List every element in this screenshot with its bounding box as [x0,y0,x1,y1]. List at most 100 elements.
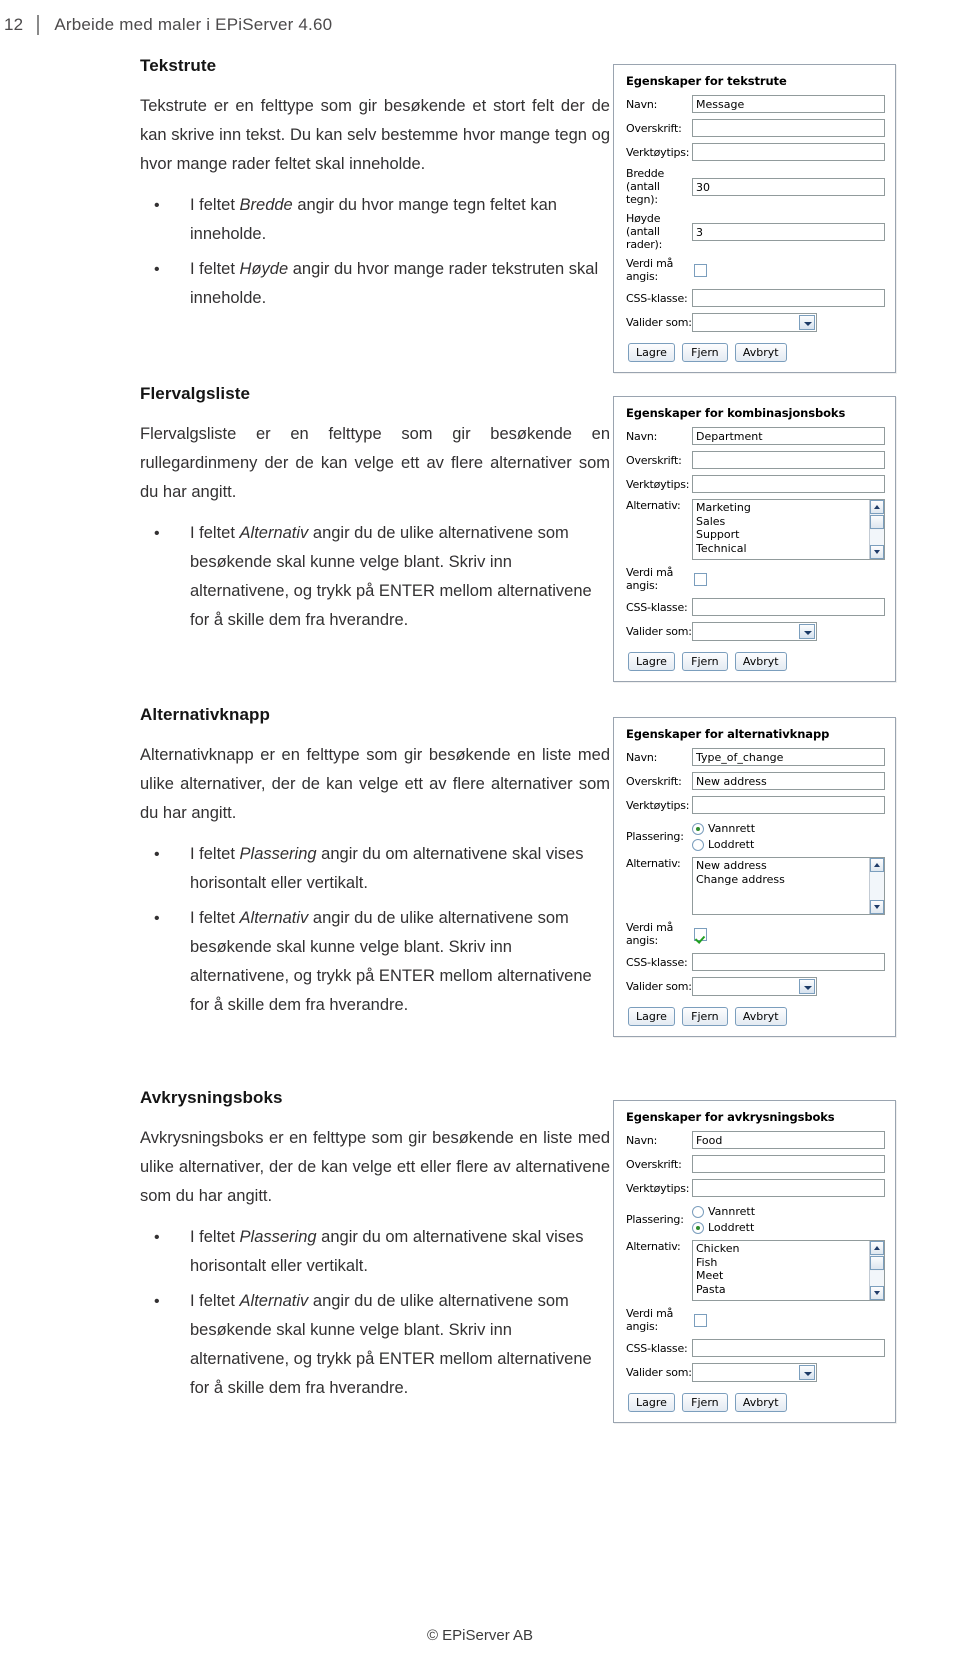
radio-icon[interactable] [692,838,704,851]
verdi-ma-angis-checkbox[interactable] [694,572,707,586]
plassering-radio-group[interactable]: Vannrett Loddrett [692,1205,755,1234]
bullet-emphasis: Alternativ [239,524,309,542]
list-item[interactable]: Fish [696,1256,866,1270]
verktoytips-input[interactable] [692,475,885,493]
list-item[interactable]: Meet [696,1269,866,1283]
valider-som-select[interactable] [692,622,817,641]
navn-input[interactable]: Message [692,95,885,113]
radio-loddrett[interactable]: Loddrett [692,1221,755,1234]
field-label: Overskrift: [626,774,682,788]
verdi-ma-angis-checkbox[interactable] [694,1313,707,1327]
valider-som-select[interactable] [692,1363,817,1382]
cancel-button[interactable]: Avbryt [734,1007,787,1026]
overskrift-input[interactable] [692,451,885,469]
alternativ-listbox[interactable]: New address Change address [692,857,885,915]
dialog-tekstrute-properties: Egenskaper for tekstrute Navn: Message O… [613,64,896,373]
hoyde-input[interactable]: 3 [692,222,885,241]
list-item[interactable]: New address [696,859,866,873]
field-row-valider-som: Valider som: [626,1363,885,1382]
section-flervalgsliste: Flervalgsliste Flervalgsliste er en felt… [140,384,610,641]
save-button[interactable]: Lagre [628,652,675,671]
list-item[interactable]: Chicken [696,1242,866,1256]
remove-button[interactable]: Fjern [681,1393,728,1412]
alternativ-items[interactable]: New address Change address [693,858,869,914]
css-klasse-input[interactable] [692,953,885,971]
scrollbar-thumb[interactable] [870,515,884,529]
remove-button[interactable]: Fjern [681,343,728,362]
save-button[interactable]: Lagre [628,1007,675,1026]
scroll-up-icon[interactable] [870,858,884,872]
list-item[interactable]: Change address [696,873,866,887]
remove-button[interactable]: Fjern [681,652,728,671]
scrollbar-track[interactable] [870,530,884,545]
plassering-radio-group[interactable]: Vannrett Loddrett [692,822,755,851]
list-item: I feltet Høyde angir du hvor mange rader… [140,255,610,313]
radio-icon[interactable] [692,822,704,835]
field-row-verktoytips: Verktøytips: [626,475,885,493]
valider-som-select[interactable] [692,313,817,332]
overskrift-input[interactable] [692,1155,885,1173]
css-klasse-input[interactable] [692,598,885,616]
field-label: Valider som: [626,316,692,329]
cancel-button[interactable]: Avbryt [734,652,787,671]
bullet-list: I feltet Alternativ angir du de ulike al… [140,519,610,635]
verktoytips-input[interactable] [692,796,885,814]
listbox-scrollbar[interactable] [869,1241,884,1300]
field-row-navn: Navn: Food [626,1131,885,1149]
navn-input[interactable]: Type_of_change [692,748,885,766]
save-button[interactable]: Lagre [628,1393,675,1412]
alternativ-items[interactable]: Chicken Fish Meet Pasta [693,1241,869,1300]
scrollbar-track[interactable] [870,1271,884,1286]
radio-vannrett[interactable]: Vannrett [692,1205,755,1218]
remove-button[interactable]: Fjern [681,1007,728,1026]
verdi-ma-angis-checkbox[interactable] [694,927,707,941]
scroll-down-icon[interactable] [870,545,884,559]
scroll-up-icon[interactable] [870,500,884,514]
bullet-emphasis: Alternativ [239,1292,309,1310]
field-label: Verktøytips: [626,477,690,491]
alternativ-items[interactable]: Marketing Sales Support Technical [693,500,869,559]
cancel-button[interactable]: Avbryt [734,343,787,362]
chevron-down-icon[interactable] [799,624,815,639]
scrollbar-track[interactable] [870,872,884,900]
list-item[interactable]: Support [696,528,866,542]
listbox-scrollbar[interactable] [869,500,884,559]
radio-loddrett[interactable]: Loddrett [692,838,755,851]
field-label: Navn: [626,750,658,764]
chevron-down-icon[interactable] [799,315,815,330]
list-item[interactable]: Sales [696,515,866,529]
radio-icon[interactable] [692,1221,704,1234]
radio-icon[interactable] [692,1205,704,1218]
field-row-css-klasse: CSS-klasse: [626,289,885,307]
list-item[interactable]: Technical [696,542,866,556]
navn-input[interactable]: Food [692,1131,885,1149]
alternativ-listbox[interactable]: Marketing Sales Support Technical [692,499,885,560]
cancel-button[interactable]: Avbryt [734,1393,787,1412]
verdi-ma-angis-checkbox[interactable] [694,263,707,277]
listbox-scrollbar[interactable] [869,858,884,914]
navn-input[interactable]: Department [692,427,885,445]
alternativ-listbox[interactable]: Chicken Fish Meet Pasta [692,1240,885,1301]
bredde-input[interactable]: 30 [692,177,885,196]
chevron-down-icon[interactable] [799,979,815,994]
list-item[interactable]: Marketing [696,501,866,515]
scrollbar-thumb[interactable] [870,1256,884,1270]
save-button[interactable]: Lagre [628,343,675,362]
overskrift-input[interactable]: New address [692,772,885,790]
field-label: Verdi må angis: [626,921,674,947]
valider-som-select[interactable] [692,977,817,996]
radio-label: Vannrett [708,822,756,835]
verktoytips-input[interactable] [692,1179,885,1197]
scroll-down-icon[interactable] [870,1286,884,1300]
css-klasse-input[interactable] [692,289,885,307]
radio-vannrett[interactable]: Vannrett [692,822,755,835]
scroll-up-icon[interactable] [870,1241,884,1255]
verktoytips-input[interactable] [692,143,885,161]
css-klasse-input[interactable] [692,1339,885,1357]
chevron-down-icon[interactable] [799,1365,815,1380]
scroll-down-icon[interactable] [870,900,884,914]
field-row-overskrift: Overskrift: New address [626,772,885,790]
list-item[interactable]: Pasta [696,1283,866,1297]
field-row-plassering: Plassering: Vannrett Loddrett [626,1205,885,1234]
overskrift-input[interactable] [692,119,885,137]
